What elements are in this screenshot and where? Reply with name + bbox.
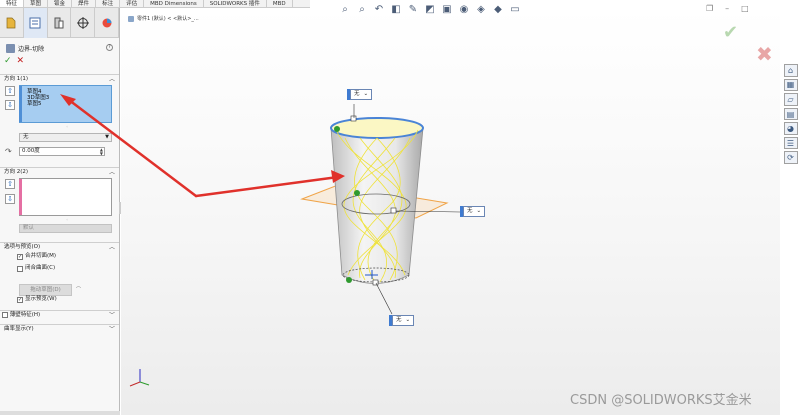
connector-handle (354, 190, 360, 196)
top-profile (330, 117, 424, 139)
callout-dropdown[interactable]: 无 ⌄ (350, 89, 373, 100)
watermark: CSDN @SOLIDWORKS艾金米 (570, 393, 752, 408)
connector-handle (350, 115, 357, 122)
red-annotation-arrows (67, 98, 340, 198)
callout-leader (375, 282, 393, 315)
chevron-down-icon: ⌄ (476, 208, 482, 214)
top-tangent-callout[interactable]: 无 ⌄ (347, 89, 373, 100)
panel-bottom-edge (0, 411, 120, 415)
coordinate-triad (129, 369, 150, 387)
callout-value: 无 (396, 317, 402, 323)
chevron-down-icon: ⌄ (405, 317, 411, 323)
chevron-down-icon: ⌄ (363, 91, 369, 97)
model-drawing (60, 94, 461, 387)
connector-handle (372, 279, 379, 286)
bottom-tangent-callout[interactable]: 无 ⌄ (389, 315, 415, 326)
connector-handle (346, 277, 352, 283)
callout-dropdown[interactable]: 无 ⌄ (463, 206, 486, 217)
connector-handle (334, 126, 340, 132)
callout-value: 无 (467, 208, 473, 214)
callout-dropdown[interactable]: 无 ⌄ (392, 315, 415, 326)
right-tangent-callout[interactable]: 无 ⌄ (460, 206, 486, 217)
callout-value: 无 (354, 91, 360, 97)
connector-handle (390, 207, 397, 214)
